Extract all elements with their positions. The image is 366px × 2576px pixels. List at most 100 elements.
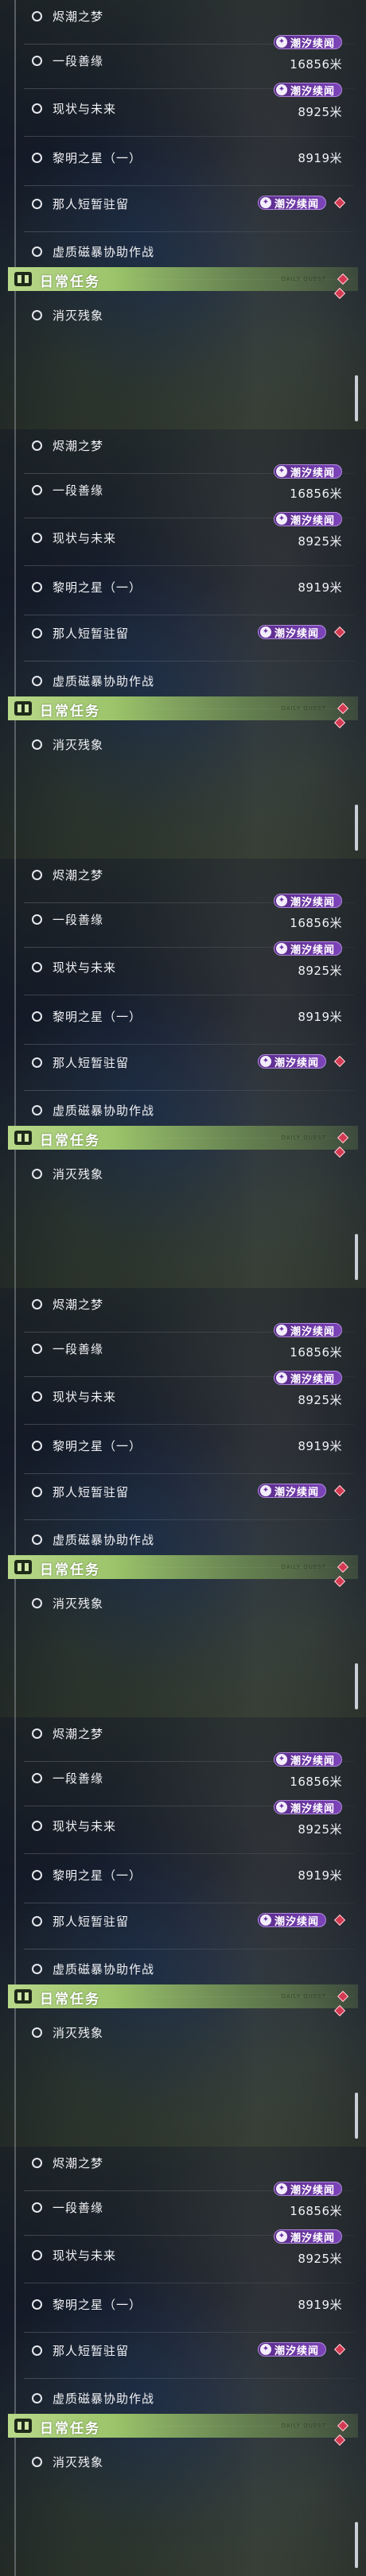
tag-label: 潮汐续闻 bbox=[274, 1915, 319, 1928]
diamond-marker-icon bbox=[337, 1990, 349, 2003]
book-icon bbox=[14, 2419, 32, 2433]
quest-title: 虚质磁暴协助作战 bbox=[53, 674, 155, 689]
quest-item[interactable]: 黎明之星（一） 8919米 bbox=[0, 142, 366, 186]
quest-item[interactable]: 现状与未来 ✦ 潮汐续闻 8925米 bbox=[0, 512, 366, 566]
circle-outline-icon bbox=[32, 199, 42, 209]
quest-title: 黎明之星（一） bbox=[53, 1868, 142, 1883]
tidal-icon: ✦ bbox=[275, 895, 287, 906]
diamond-marker-icon bbox=[333, 626, 346, 638]
daily-header-label: 日常任务 bbox=[40, 1133, 100, 1149]
diamond-marker-icon bbox=[333, 1484, 346, 1497]
quest-title: 虚质磁暴协助作战 bbox=[53, 1533, 155, 1547]
quest-item[interactable]: 黎明之星（一） 8919米 bbox=[0, 571, 366, 615]
quest-item[interactable]: 现状与未来 ✦ 潮汐续闻 8925米 bbox=[0, 1800, 366, 1854]
quest-distance: 8919米 bbox=[298, 1868, 342, 1883]
tag-label: 潮汐续闻 bbox=[290, 37, 335, 50]
circle-outline-icon bbox=[32, 2345, 42, 2356]
diamond-marker-icon bbox=[337, 1561, 349, 1573]
circle-outline-icon bbox=[32, 1011, 42, 1022]
quest-title: 消灭残象 bbox=[53, 2455, 104, 2469]
quest-title: 虚质磁暴协助作战 bbox=[53, 245, 155, 259]
circle-outline-icon bbox=[32, 870, 42, 880]
tag-label: 潮汐续闻 bbox=[274, 2345, 319, 2357]
tidal-tag: ✦ 潮汐续闻 bbox=[273, 83, 342, 98]
quest-title: 烬潮之梦 bbox=[53, 868, 104, 883]
quest-item[interactable]: 黎明之星（一） 8919米 bbox=[0, 2288, 366, 2333]
scrollbar-thumb[interactable] bbox=[355, 805, 358, 851]
quest-separator bbox=[24, 1424, 355, 1425]
quest-item[interactable]: 那人短暂驻留 ✦ 潮汐续闻 bbox=[0, 2334, 366, 2379]
quest-item[interactable]: 那人短暂驻留 ✦ 潮汐续闻 bbox=[0, 188, 366, 232]
quest-title: 现状与未来 bbox=[53, 2248, 117, 2263]
quest-item[interactable]: 黎明之星（一） 8919米 bbox=[0, 1430, 366, 1474]
circle-outline-icon bbox=[32, 1441, 42, 1451]
circle-outline-icon bbox=[32, 2250, 42, 2260]
quest-panel: 烬潮之梦 一段善缘 ✦ 潮汐续闻 16856米 现状与未来 ✦ 潮汐续闻 8925米 黎明之星（一… bbox=[0, 0, 366, 429]
quest-title: 现状与未来 bbox=[53, 960, 117, 975]
quest-panel: 烬潮之梦 一段善缘 ✦ 潮汐续闻 16856米 现状与未来 ✦ 潮汐续闻 8925米 黎明之星（一… bbox=[0, 1717, 366, 2147]
quest-title: 那人短暂驻留 bbox=[53, 2344, 130, 2358]
quest-item[interactable]: 现状与未来 ✦ 潮汐续闻 8925米 bbox=[0, 2229, 366, 2283]
circle-outline-icon bbox=[32, 1773, 42, 1783]
tidal-tag: ✦ 潮汐续闻 bbox=[273, 894, 342, 909]
quest-title: 一段善缘 bbox=[53, 1771, 104, 1786]
diamond-marker-icon bbox=[337, 702, 349, 715]
daily-quest-header[interactable]: 日常任务 DAILY QUEST bbox=[8, 267, 358, 291]
quest-item[interactable]: 现状与未来 ✦ 潮汐续闻 8925米 bbox=[0, 941, 366, 995]
scrollbar-thumb[interactable] bbox=[355, 2522, 358, 2568]
daily-quest-header[interactable]: 日常任务 DAILY QUEST bbox=[8, 696, 358, 720]
circle-outline-icon bbox=[32, 2027, 42, 2038]
circle-outline-icon bbox=[32, 1728, 42, 1739]
quest-title: 虚质磁暴协助作战 bbox=[53, 1104, 155, 1118]
daily-quest-item[interactable]: 消灭残象 bbox=[0, 1146, 366, 1202]
tag-label: 潮汐续闻 bbox=[290, 1802, 335, 1815]
tidal-tag: ✦ 潮汐续闻 bbox=[257, 1054, 326, 1069]
circle-outline-icon bbox=[32, 2393, 42, 2403]
quest-item[interactable]: 现状与未来 ✦ 潮汐续闻 8925米 bbox=[0, 1371, 366, 1425]
quest-item[interactable]: 那人短暂驻留 ✦ 潮汐续闻 bbox=[0, 1046, 366, 1091]
quest-distance: 8919米 bbox=[298, 1010, 342, 1024]
quest-item[interactable]: 那人短暂驻留 ✦ 潮汐续闻 bbox=[0, 1905, 366, 1949]
circle-outline-icon bbox=[32, 1598, 42, 1608]
tag-label: 潮汐续闻 bbox=[274, 198, 319, 211]
quest-item[interactable]: 那人短暂驻留 ✦ 潮汐续闻 bbox=[0, 617, 366, 661]
daily-header-subtext: DAILY QUEST bbox=[281, 1993, 326, 2000]
daily-quest-item[interactable]: 消灭残象 bbox=[0, 2004, 366, 2061]
quest-item[interactable]: 那人短暂驻留 ✦ 潮汐续闻 bbox=[0, 1476, 366, 1520]
tidal-icon: ✦ bbox=[275, 84, 287, 95]
tidal-tag: ✦ 潮汐续闻 bbox=[273, 1800, 342, 1815]
quest-title: 那人短暂驻留 bbox=[53, 1915, 130, 1929]
tidal-tag: ✦ 潮汐续闻 bbox=[273, 1323, 342, 1338]
tag-label: 潮汐续闻 bbox=[290, 2184, 335, 2197]
daily-quest-header[interactable]: 日常任务 DAILY QUEST bbox=[8, 1126, 358, 1150]
quest-distance: 16856米 bbox=[290, 487, 342, 501]
daily-quest-header[interactable]: 日常任务 DAILY QUEST bbox=[8, 1984, 358, 2008]
quest-title: 黎明之星（一） bbox=[53, 1010, 142, 1024]
book-icon bbox=[14, 1131, 32, 1145]
daily-quest-item[interactable]: 消灭残象 bbox=[0, 2434, 366, 2490]
circle-outline-icon bbox=[32, 1964, 42, 1974]
tidal-tag: ✦ 潮汐续闻 bbox=[273, 35, 342, 50]
scrollbar-thumb[interactable] bbox=[355, 2093, 358, 2139]
quest-panel: 烬潮之梦 一段善缘 ✦ 潮汐续闻 16856米 现状与未来 ✦ 潮汐续闻 8925米 黎明之星（一… bbox=[0, 429, 366, 859]
daily-quest-item[interactable]: 消灭残象 bbox=[0, 716, 366, 773]
scrollbar-thumb[interactable] bbox=[355, 1234, 358, 1280]
diamond-marker-icon bbox=[333, 1055, 346, 1068]
scrollbar-thumb[interactable] bbox=[355, 1663, 358, 1709]
daily-header-label: 日常任务 bbox=[40, 2421, 100, 2437]
tidal-tag: ✦ 潮汐续闻 bbox=[257, 625, 326, 640]
scrollbar-thumb[interactable] bbox=[355, 375, 358, 421]
daily-quest-item[interactable]: 消灭残象 bbox=[0, 287, 366, 343]
quest-title: 一段善缘 bbox=[53, 913, 104, 927]
daily-header-subtext: DAILY QUEST bbox=[281, 276, 326, 282]
daily-quest-header[interactable]: 日常任务 DAILY QUEST bbox=[8, 2414, 358, 2438]
circle-outline-icon bbox=[32, 153, 42, 163]
tag-label: 潮汐续闻 bbox=[290, 85, 335, 98]
tidal-tag: ✦ 潮汐续闻 bbox=[273, 1371, 342, 1386]
quest-item[interactable]: 黎明之星（一） 8919米 bbox=[0, 1859, 366, 1903]
daily-quest-header[interactable]: 日常任务 DAILY QUEST bbox=[8, 1555, 358, 1579]
quest-item[interactable]: 现状与未来 ✦ 潮汐续闻 8925米 bbox=[0, 83, 366, 137]
quest-item[interactable]: 黎明之星（一） 8919米 bbox=[0, 1000, 366, 1045]
circle-outline-icon bbox=[32, 1169, 42, 1179]
daily-quest-item[interactable]: 消灭残象 bbox=[0, 1575, 366, 1631]
